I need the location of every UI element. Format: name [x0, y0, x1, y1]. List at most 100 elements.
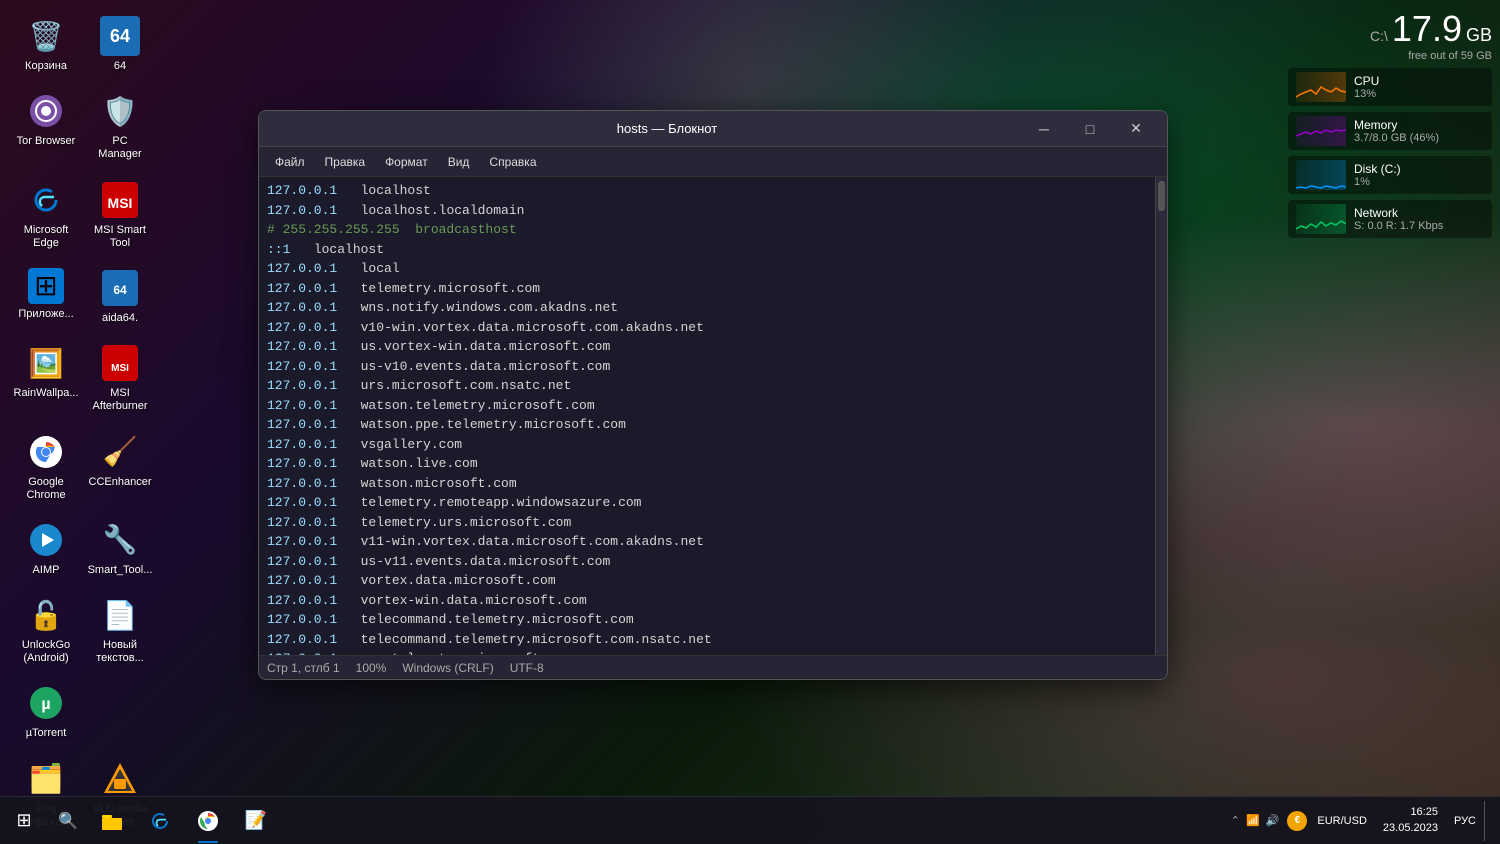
desktop-icon-aida64[interactable]: 64 aida64.: [84, 262, 156, 331]
svg-text:64: 64: [113, 283, 127, 297]
line-ending: Windows (CRLF): [402, 661, 493, 675]
window-title: hosts — Блокнот: [313, 121, 1021, 136]
desktop-icon-priloze[interactable]: ⊞ Приложе...: [10, 262, 82, 331]
taskbar: ⊞ 🔍: [0, 796, 1500, 844]
clock-time: 16:25: [1383, 805, 1438, 820]
minimize-button[interactable]: ─: [1021, 114, 1067, 144]
start-button[interactable]: ⊞: [0, 797, 48, 844]
aida64-icon: 64: [100, 268, 140, 308]
menu-file[interactable]: Файл: [267, 151, 313, 173]
wifi-icon: 📶: [1246, 814, 1260, 827]
desktop-icon-edge[interactable]: Microsoft Edge: [10, 174, 82, 256]
menu-view[interactable]: Вид: [440, 151, 478, 173]
cpu-graph: [1296, 72, 1346, 102]
desktop-icon-label: µTorrent: [26, 727, 67, 740]
disk-label: Disk (C:): [1354, 162, 1484, 176]
drive-free-label: free out of: [1408, 50, 1458, 62]
desktop-icon-unlockgo[interactable]: 🔓 UnlockGo (Android): [10, 589, 82, 671]
desktop-icon-label: Microsoft Edge: [16, 224, 76, 250]
taskbar-clock[interactable]: 16:25 23.05.2023: [1375, 805, 1446, 836]
desktop-icon-label: AIMP: [33, 564, 60, 577]
tor-browser-icon: [26, 91, 66, 131]
desktop-icon-pcmanager[interactable]: 🛡️ PC Manager: [84, 85, 156, 167]
desktop-icon-ccenhancer[interactable]: 🧹 CCEnhancer: [84, 426, 156, 508]
new-text-icon: 📄: [100, 595, 140, 635]
desktop-icon-label: Smart_Tool...: [88, 564, 153, 577]
desktop-icon-rainwallpaper[interactable]: 🖼️ RainWallpa...: [10, 337, 82, 419]
msi-smart-icon: MSI: [100, 180, 140, 220]
taskbar-edge[interactable]: [136, 797, 184, 844]
taskbar-file-explorer[interactable]: [88, 797, 136, 844]
desktop-icon-smarttool[interactable]: 🔧 Smart_Tool...: [84, 514, 156, 583]
hosts-file-content: 127.0.0.1 localhost 127.0.0.1 localhost.…: [267, 181, 1147, 655]
currency-label: EUR/USD: [1317, 815, 1367, 827]
reg-organizer-icon: 🗂️: [26, 759, 66, 799]
desktop-icon-utorrent[interactable]: µ µTorrent: [10, 677, 82, 746]
memory-info: Memory 3.7/8.0 GB (46%): [1354, 118, 1484, 144]
zoom-value: 100%: [356, 661, 387, 675]
show-desktop-button[interactable]: [1484, 801, 1492, 841]
taskbar-chrome[interactable]: [184, 797, 232, 844]
desktop-icon-label: MSI Afterburner: [90, 387, 150, 413]
taskbar-pinned-icons: 📝: [88, 797, 1231, 844]
systray-area: ⌃ 📶 🔊: [1231, 814, 1280, 827]
desktop-icon-label: 64: [114, 60, 126, 73]
maximize-button[interactable]: □: [1067, 114, 1113, 144]
zoom-level: 100%: [356, 661, 387, 675]
search-button[interactable]: 🔍: [48, 797, 88, 844]
close-button[interactable]: ✕: [1113, 114, 1159, 144]
desktop-icon-recycle-bin[interactable]: 🗑️ Корзина: [10, 10, 82, 79]
desktop-icon-tor[interactable]: Tor Browser: [10, 85, 82, 167]
desktop-icon-label: Google Chrome: [16, 476, 76, 502]
desktop-icon-label: Приложе...: [18, 308, 73, 321]
system-stats-panel: C:\ 17.9 GB free out of 59 GB CPU 13%: [1280, 0, 1500, 246]
app-icon: ⊞: [28, 268, 64, 304]
disk-stat-row: Disk (C:) 1%: [1288, 156, 1492, 194]
desktop-icon-64[interactable]: 64 64: [84, 10, 156, 79]
cpu-stat-row: CPU 13%: [1288, 68, 1492, 106]
desktop-icon-label: Tor Browser: [17, 135, 76, 148]
drive-total: 59 GB: [1461, 50, 1492, 62]
currency-area: € EUR/USD: [1283, 811, 1371, 831]
desktop-icon-msi-smart[interactable]: MSI MSI Smart Tool: [84, 174, 156, 256]
desktop-icons-container: 🗑️ Корзина 64 64 Tor Browser 🛡️ PC Manag…: [0, 0, 166, 844]
currency-icon: €: [1287, 811, 1307, 831]
desktop-icon-aimp[interactable]: AIMP: [10, 514, 82, 583]
desktop-icon-label: Корзина: [25, 60, 67, 73]
cpu-info: CPU 13%: [1354, 74, 1484, 100]
desktop-icon-label: aida64.: [102, 312, 138, 325]
memory-label: Memory: [1354, 118, 1484, 132]
window-menubar: Файл Правка Формат Вид Справка: [259, 147, 1167, 177]
window-titlebar: hosts — Блокнот ─ □ ✕: [259, 111, 1167, 147]
desktop-icon-afterburner[interactable]: MSI MSI Afterburner: [84, 337, 156, 419]
memory-graph: [1296, 116, 1346, 146]
svg-text:MSI: MSI: [108, 195, 133, 211]
drive-unit: GB: [1466, 25, 1492, 46]
text-editor-area[interactable]: 127.0.0.1 localhost 127.0.0.1 localhost.…: [259, 177, 1155, 655]
vertical-scrollbar[interactable]: [1155, 177, 1167, 655]
chrome-icon: [26, 432, 66, 472]
menu-format[interactable]: Формат: [377, 151, 436, 173]
language-indicator[interactable]: РУС: [1450, 815, 1480, 827]
desktop-icon-label: MSI Smart Tool: [90, 224, 150, 250]
notepad-window: hosts — Блокнот ─ □ ✕ Файл Правка Формат…: [258, 110, 1168, 680]
menu-help[interactable]: Справка: [481, 151, 544, 173]
systray-chevron[interactable]: ⌃: [1231, 814, 1240, 827]
edge-icon: [26, 180, 66, 220]
desktop-icon-label: Новый текстов...: [90, 639, 150, 665]
afterburner-icon: MSI: [100, 343, 140, 383]
cpu-label: CPU: [1354, 74, 1484, 88]
desktop-icon-label: RainWallpa...: [14, 387, 79, 400]
ccenhancer-icon: 🧹: [100, 432, 140, 472]
rainwallpaper-icon: 🖼️: [26, 343, 66, 383]
taskbar-right-area: ⌃ 📶 🔊 € EUR/USD 16:25 23.05.2023 РУС: [1231, 801, 1500, 841]
scrollbar-thumb[interactable]: [1158, 181, 1165, 211]
taskbar-notepad[interactable]: 📝: [232, 797, 280, 844]
desktop-icon-new-text[interactable]: 📄 Новый текстов...: [84, 589, 156, 671]
volume-icon: 🔊: [1266, 814, 1280, 827]
menu-edit[interactable]: Правка: [317, 151, 374, 173]
svg-text:µ: µ: [41, 696, 50, 713]
drive-label: C:\: [1370, 28, 1388, 44]
desktop-icon-chrome[interactable]: Google Chrome: [10, 426, 82, 508]
network-info: Network S: 0.0 R: 1.7 Kbps: [1354, 206, 1484, 232]
